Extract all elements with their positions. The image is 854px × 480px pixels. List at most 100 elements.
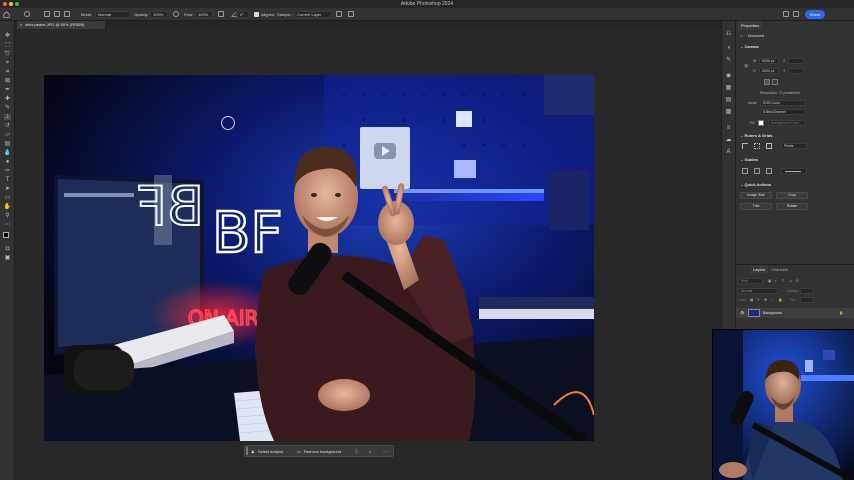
clone-source-icon[interactable] — [44, 11, 50, 17]
select-subject-button[interactable]: ♟ Select subject — [251, 448, 283, 456]
taskbar-more-icon[interactable]: ⋯ — [383, 448, 387, 456]
close-tab-icon[interactable]: × — [20, 21, 22, 29]
blur-tool-icon[interactable]: 💧 — [4, 150, 11, 156]
aligned-checkbox[interactable] — [254, 12, 259, 17]
lock-image-icon[interactable]: ✎ — [757, 298, 760, 302]
taskbar-contrast-icon[interactable]: ◐ — [369, 448, 371, 456]
x-field[interactable] — [788, 58, 804, 64]
ruler-units-dropdown[interactable]: Pixels — [781, 143, 807, 149]
clone-stamp-tool-icon[interactable]: ⊥ — [4, 114, 11, 120]
eyedropper-tool-icon[interactable]: ✒ — [4, 87, 11, 93]
landscape-orientation-button[interactable] — [772, 79, 778, 85]
brush-preset-icon[interactable] — [24, 11, 30, 17]
pressure-size-icon[interactable] — [348, 11, 354, 17]
healing-brush-tool-icon[interactable]: ✚ — [4, 96, 11, 102]
crop-tool-icon[interactable]: ⌗ — [4, 69, 11, 75]
lasso-tool-icon[interactable]: ➰ — [4, 51, 11, 57]
workspace-icon[interactable] — [793, 11, 799, 17]
patterns-panel-icon[interactable]: ▩ — [725, 109, 732, 115]
color-mode-dropdown[interactable]: RGB Color — [760, 100, 806, 106]
search-icon[interactable] — [783, 11, 789, 17]
adjustments-panel-icon[interactable]: ◑ — [725, 45, 732, 51]
swatches-panel-icon[interactable]: ▦ — [725, 85, 732, 91]
toggle-panel-icon[interactable] — [64, 11, 70, 17]
pressure-opacity-icon[interactable] — [173, 11, 179, 17]
mode-dropdown[interactable]: Normal — [95, 11, 131, 18]
taskbar-options-icon[interactable]: ⎘ — [355, 448, 358, 456]
layer-opacity-field[interactable] — [800, 288, 814, 294]
filter-pixel-icon[interactable]: ▣ — [768, 279, 771, 283]
gradient-tool-icon[interactable]: ▤ — [4, 141, 11, 147]
properties-panel-icon[interactable]: ≡ — [725, 125, 732, 131]
bit-depth-dropdown[interactable]: 8 Bits/Channel — [760, 109, 806, 115]
airbrush-icon[interactable] — [218, 11, 224, 17]
foreground-color-swatch[interactable] — [3, 232, 9, 238]
move-tool-icon[interactable]: ✥ — [4, 33, 11, 39]
y-field[interactable] — [788, 68, 804, 74]
layer-row-background[interactable]: 👁 Background 🔒 — [736, 308, 854, 318]
fill-swatch[interactable] — [758, 120, 764, 126]
width-field[interactable]: 6000 px — [759, 58, 779, 64]
object-select-tool-icon[interactable]: ⌖ — [4, 60, 11, 66]
link-icon[interactable]: ⛓ — [744, 64, 748, 68]
flow-field[interactable]: 100% — [195, 11, 213, 18]
layer-fill-field[interactable] — [800, 297, 814, 303]
marquee-tool-icon[interactable]: ⬚ — [4, 42, 11, 48]
dodge-tool-icon[interactable]: ● — [4, 159, 11, 165]
shape-tool-icon[interactable]: ▭ — [4, 195, 11, 201]
pen-tool-icon[interactable]: ✑ — [4, 168, 11, 174]
filter-shape-icon[interactable]: ▭ — [789, 279, 792, 283]
lock-artboard-icon[interactable]: ⬚ — [771, 298, 774, 302]
gradients-panel-icon[interactable]: ▤ — [725, 97, 732, 103]
properties-tab[interactable]: Properties — [738, 21, 763, 30]
layer-visibility-eye-icon[interactable]: 👁 — [740, 311, 744, 315]
share-button[interactable]: Share — [805, 10, 825, 19]
quick-mask-icon[interactable]: ◘ — [4, 246, 11, 252]
grid-toggle-icon[interactable] — [754, 143, 760, 149]
lock-transparent-icon[interactable]: ▦ — [750, 298, 753, 302]
fill-dropdown[interactable]: Background Color — [768, 120, 806, 126]
brushes-panel-icon[interactable]: ✎ — [725, 57, 732, 63]
hand-tool-icon[interactable]: ✋ — [4, 204, 11, 210]
blend-mode-dropdown[interactable]: Normal — [738, 288, 778, 294]
pixel-grid-icon[interactable] — [766, 143, 772, 149]
document-tab[interactable]: × chris peace.JPG @ 50% (RGB/8) — [17, 21, 105, 29]
filter-type-icon[interactable]: T — [782, 279, 784, 283]
document-canvas[interactable]: BF BF ON AIR — [44, 75, 594, 441]
guides-lock-icon[interactable] — [754, 168, 760, 174]
remove-background-button[interactable]: ▭ Remove background — [297, 448, 341, 456]
path-selection-tool-icon[interactable]: ➤ — [4, 186, 11, 192]
lock-position-icon[interactable]: ✥ — [764, 298, 767, 302]
brush-settings-icon[interactable] — [54, 11, 60, 17]
eraser-tool-icon[interactable]: ▱ — [4, 132, 11, 138]
rotate-button[interactable]: Rotate — [776, 203, 808, 210]
angle-field[interactable]: 0° — [237, 11, 249, 18]
guides-toggle-icon[interactable] — [742, 168, 748, 174]
layer-filter-dropdown[interactable]: Kind — [738, 278, 763, 284]
crop-button[interactable]: Crop — [776, 192, 808, 199]
image-size-button[interactable]: Image Size — [740, 192, 772, 199]
history-panel-icon[interactable]: ⎌ — [725, 31, 732, 37]
sample-dropdown[interactable]: Current Layer — [294, 11, 332, 18]
guides-smart-icon[interactable] — [766, 168, 772, 174]
layers-tab[interactable]: Layers — [750, 265, 769, 274]
history-brush-tool-icon[interactable]: ↺ — [4, 123, 11, 129]
opacity-field[interactable]: 100% — [150, 11, 168, 18]
home-icon[interactable] — [3, 11, 10, 18]
frame-tool-icon[interactable]: ⊠ — [4, 78, 11, 84]
ignore-adjustment-icon[interactable] — [336, 11, 342, 17]
character-panel-icon[interactable]: A — [725, 149, 732, 155]
screen-mode-icon[interactable]: ▣ — [4, 255, 11, 261]
channels-tab[interactable]: Channels — [768, 265, 791, 274]
height-field[interactable]: 4000 px — [759, 68, 779, 74]
filter-smart-object-icon[interactable]: ⎘ — [796, 279, 799, 283]
lock-all-icon[interactable]: 🔒 — [778, 298, 782, 302]
more-tools-icon[interactable]: ⋯ — [4, 222, 11, 228]
type-tool-icon[interactable]: T — [4, 177, 11, 183]
filter-adjustment-icon[interactable]: ◐ — [775, 279, 777, 283]
guide-color-dropdown[interactable] — [781, 168, 807, 174]
portrait-orientation-button[interactable] — [764, 79, 770, 85]
brush-tool-icon[interactable]: ✎ — [4, 105, 11, 111]
ruler-toggle-icon[interactable] — [742, 143, 748, 149]
drag-handle[interactable] — [246, 447, 248, 455]
